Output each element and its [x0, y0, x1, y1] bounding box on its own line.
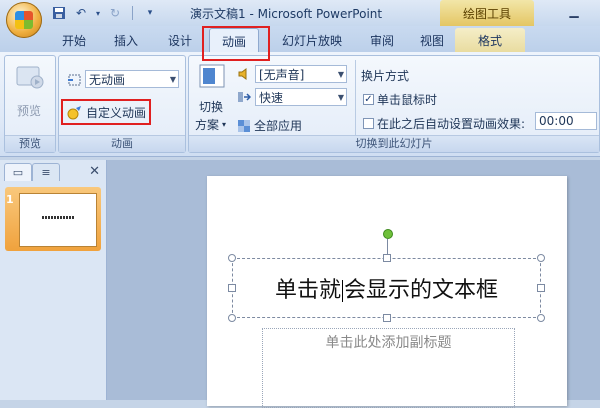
customize-qat-icon[interactable]: ▾	[141, 4, 159, 22]
close-icon[interactable]: ✕	[89, 164, 100, 179]
window-title: 演示文稿1 - Microsoft PowerPoint	[190, 7, 383, 21]
drawing-tools-context: 绘图工具	[440, 0, 534, 26]
apply-all-icon	[238, 119, 250, 132]
rotate-handle[interactable]	[383, 229, 393, 239]
sound-dropdown-value: [无声音]	[259, 67, 305, 82]
animate-dropdown[interactable]: 无动画 ▼	[85, 70, 179, 88]
preview-group: 预览 预览	[4, 55, 56, 153]
preview-button[interactable]: 预览	[17, 102, 41, 119]
speed-dropdown-value: 快速	[259, 90, 284, 105]
chevron-down-icon: ▼	[337, 70, 344, 79]
resize-handle-ne[interactable]	[537, 254, 545, 262]
slide-number: 1	[6, 193, 14, 206]
speed-dropdown[interactable]: 快速 ▼	[255, 88, 347, 106]
tab-insert[interactable]: 插入	[104, 28, 148, 52]
sound-dropdown[interactable]: [无声音] ▼	[255, 65, 347, 83]
minimize-button[interactable]: ▁	[560, 2, 588, 20]
tab-design[interactable]: 设计	[158, 28, 202, 52]
custom-animation-icon	[67, 105, 81, 119]
slide[interactable]: 单击就 会显示的文本框 单击此处添加副标题	[207, 176, 567, 408]
outline-tab-icon[interactable]: ≡	[32, 163, 60, 181]
subtitle-placeholder[interactable]: 单击此处添加副标题	[262, 328, 515, 408]
title-text-part2: 会显示的文本框	[344, 278, 499, 303]
tab-format[interactable]: 格式	[455, 28, 525, 52]
slide-canvas: 单击就 会显示的文本框 单击此处添加副标题	[107, 160, 600, 408]
switch-scheme-line2: 方案	[195, 118, 220, 132]
resize-handle-w[interactable]	[228, 284, 236, 292]
sound-icon	[237, 66, 251, 85]
auto-after-option[interactable]: 在此之后自动设置动画效果:	[363, 115, 525, 132]
ribbon: 预览 预览 无动画 ▼ 自定义动画 动画 切换 方案 ▾ [无声音] ▼ 快速 …	[0, 52, 600, 157]
resize-handle-se[interactable]	[537, 314, 545, 322]
custom-animation-button[interactable]: 自定义动画	[67, 104, 146, 121]
title-bar: ↶ ▾ ↻ ▾ 演示文稿1 - Microsoft PowerPoint 绘图工…	[0, 0, 600, 38]
switch-scheme-button[interactable]: 方案 ▾	[195, 116, 226, 133]
custom-animation-label: 自定义动画	[86, 106, 147, 120]
advance-title: 换片方式	[361, 69, 410, 83]
transition-group-label: 切换到此幻灯片	[189, 135, 599, 152]
undo-icon[interactable]: ↶	[72, 4, 90, 22]
text-cursor	[342, 280, 343, 302]
quick-access-toolbar: ↶ ▾ ↻ ▾	[50, 4, 159, 22]
auto-time-spinner[interactable]: 00:00	[535, 112, 597, 130]
office-button[interactable]	[6, 2, 42, 38]
tab-review[interactable]: 审阅	[360, 28, 404, 52]
chevron-down-icon: ▼	[337, 93, 344, 102]
redo-icon[interactable]: ↻	[106, 4, 124, 22]
resize-handle-sw[interactable]	[228, 314, 236, 322]
animation-group: 无动画 ▼ 自定义动画 动画	[58, 55, 186, 153]
resize-handle-e[interactable]	[537, 284, 545, 292]
chevron-down-icon: ▾	[222, 120, 227, 129]
tab-animations[interactable]: 动画	[209, 28, 259, 53]
speed-icon	[237, 89, 252, 108]
preview-icon[interactable]	[15, 64, 45, 96]
transition-group: 切换 方案 ▾ [无声音] ▼ 快速 ▼ 全部应用 换片方式 ✓ 单击鼠标时 在…	[188, 55, 600, 153]
auto-after-label: 在此之后自动设置动画效果:	[377, 117, 526, 131]
animate-icon	[67, 72, 83, 92]
animation-group-label: 动画	[59, 135, 185, 152]
slides-panel: ▭ ≡ ✕ 1	[0, 160, 107, 400]
on-click-label: 单击鼠标时	[377, 93, 438, 107]
save-icon[interactable]	[50, 4, 68, 22]
animate-dropdown-value: 无动画	[89, 72, 126, 87]
preview-group-label: 预览	[5, 135, 55, 152]
tab-slideshow[interactable]: 幻灯片放映	[272, 28, 352, 52]
slides-tab-icon[interactable]: ▭	[4, 163, 32, 181]
panel-tabs: ▭ ≡ ✕	[2, 163, 104, 181]
undo-dropdown-icon[interactable]: ▾	[94, 4, 102, 22]
switch-scheme-line1[interactable]: 切换	[199, 98, 223, 115]
resize-handle-nw[interactable]	[228, 254, 236, 262]
tab-view[interactable]: 视图	[410, 28, 454, 52]
qat-separator	[132, 6, 133, 20]
title-text[interactable]: 单击就 会显示的文本框	[275, 272, 498, 304]
divider	[355, 60, 356, 136]
auto-after-checkbox[interactable]	[363, 118, 374, 129]
thumbnail-title-line	[42, 216, 74, 219]
tab-home[interactable]: 开始	[52, 28, 96, 52]
slide-thumbnail[interactable]	[19, 193, 97, 247]
on-click-option[interactable]: ✓ 单击鼠标时	[363, 91, 437, 108]
resize-handle-n[interactable]	[383, 254, 391, 262]
title-textbox[interactable]: 单击就 会显示的文本框	[232, 258, 541, 318]
chevron-down-icon: ▼	[169, 75, 176, 84]
subtitle-placeholder-text: 单击此处添加副标题	[325, 335, 452, 351]
transition-scheme-icon[interactable]	[199, 64, 225, 92]
office-logo-icon	[15, 11, 33, 29]
resize-handle-s[interactable]	[383, 314, 391, 322]
apply-all-label: 全部应用	[254, 119, 303, 133]
apply-all-button[interactable]: 全部应用	[237, 117, 302, 134]
ribbon-tabs: 开始 插入 设计 动画 幻灯片放映 审阅 视图 格式	[0, 26, 600, 53]
on-click-checkbox[interactable]: ✓	[363, 94, 374, 105]
auto-time-value: 00:00	[539, 114, 574, 128]
title-text-part1: 单击就	[274, 278, 341, 303]
